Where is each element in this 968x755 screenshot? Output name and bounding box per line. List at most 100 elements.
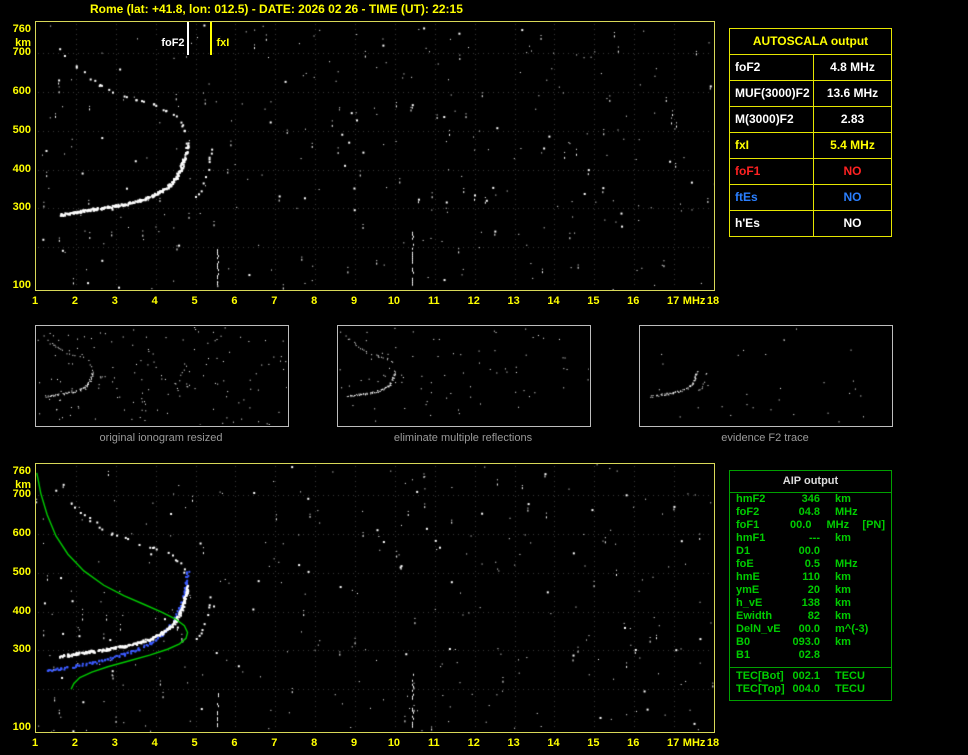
y-tick-label: 600 [12,85,31,98]
thumbnail-f2-trace [639,325,893,427]
x-tick-label: 7 [271,737,278,749]
y-tick-label: 300 [12,643,31,656]
aip-param-unit: MHz [835,558,858,570]
aip-param-value: 093.0 [792,636,820,648]
thumbnail-original-canvas [37,327,287,425]
autoscala-ionogram-screen: Rome (lat: +41.8, lon: 012.5) - DATE: 20… [0,0,968,755]
x-axis-unit-label: MHz [682,295,706,307]
autoscala-row-value: NO [843,190,862,204]
autoscala-row-label: foF2 [730,55,814,80]
station-date-title: Rome (lat: +41.8, lon: 012.5) - DATE: 20… [90,2,463,16]
x-tick-label: 1 [31,737,39,749]
aip-param-unit: km [835,571,851,583]
aip-param-unit: km [835,532,851,544]
autoscala-row-value: NO [843,216,862,230]
aip-tec-separator [730,667,891,668]
thumbnail-multiple-reflections [337,325,591,427]
aip-param-unit: TECU [835,683,865,695]
aip-param-label: foE [736,558,754,570]
x-tick-label: 3 [111,737,118,749]
aip-param-value: 00.0 [798,545,820,557]
aip-param-unit: m^(-3) [835,623,869,635]
x-axis-unit-label: MHz [682,737,706,749]
aip-param-label: hmF1 [736,532,766,544]
autoscala-row-value: NO [843,164,862,178]
aip-param-unit [835,545,875,558]
x-tick-label: 10 [387,737,401,749]
aip-param-unit: MHz [826,519,850,531]
autoscala-row: ftEs NO [730,185,891,211]
y-tick-label: 760 [12,465,31,477]
x-tick-label: 4 [151,737,158,749]
aip-param-extra [885,597,891,610]
autoscala-row-value: 13.6 MHz [826,86,879,100]
aip-row: B0 093.0 km [730,636,891,649]
thumbnail-f2-trace-canvas [641,327,891,425]
aip-param-label: foF2 [736,506,760,518]
aip-row: foF1 00.0 MHz [PN] [730,519,891,532]
aip-param-label: TEC[Top] [736,683,785,695]
y-tick-label: 600 [12,527,31,540]
aip-row: hmF1 --- km [730,532,891,545]
autoscala-row-label: h'Es [730,211,814,236]
x-tick-label: 6 [231,737,238,749]
aip-row: Ewidth 82 km [730,610,891,623]
x-tick-label: 11 [427,295,440,307]
autoscala-row-label: fxI [730,133,814,158]
x-tick-label: 16 [627,295,640,307]
aip-table-header: AIP output [730,471,891,493]
aip-param-extra [885,649,891,662]
thumbnail-caption-original: original ionogram resized [99,432,223,444]
aip-row: DelN_vE 00.0 m^(-3) [730,623,891,636]
aip-param-label: B0 [736,636,751,648]
aip-param-value: 82 [807,610,820,622]
y-tick-label: 760 [12,23,31,35]
aip-param-extra [885,558,891,571]
autoscala-row: M(3000)F2 2.83 [730,107,891,133]
aip-param-value: 00.0 [790,519,812,531]
aip-param-unit: km [835,636,851,648]
aip-param-extra [885,623,891,636]
x-tick-label: 3 [111,295,118,307]
autoscala-row: foF2 4.8 MHz [730,55,891,81]
autoscala-row: MUF(3000)F2 13.6 MHz [730,81,891,107]
ionogram-canvas [36,22,714,290]
profile-plot [35,463,715,733]
x-tick-label: 8 [311,295,318,307]
aip-row: B1 02.8 [730,649,891,662]
aip-param-unit [835,649,875,662]
aip-output-table: AIP output hmF2 346 km foF2 04.8 MHz foF1 00.0 MH… [729,470,892,701]
thumbnail-caption-reflections: eliminate multiple reflections [393,432,533,444]
autoscala-row-label: ftEs [730,185,814,210]
aip-param-label: B1 [736,649,751,661]
autoscala-output-table: AUTOSCALA output foF2 4.8 MHz MUF(3000)F2 13… [729,28,892,237]
autoscala-row-value: 4.8 MHz [830,60,875,74]
aip-param-value: 004.0 [792,683,820,695]
x-tick-label: 13 [507,737,520,749]
aip-param-label: DelN_vE [736,623,781,635]
aip-param-label: TEC[Bot] [736,670,784,682]
aip-param-extra [885,506,891,519]
aip-param-value: 0.5 [804,558,820,570]
x-tick-label: 6 [231,295,238,307]
aip-param-value: 138 [801,597,820,609]
x-tick-label: 16 [627,737,640,749]
aip-param-value: 00.0 [798,623,820,635]
aip-param-extra [885,610,891,623]
aip-row: foE 0.5 MHz [730,558,891,571]
x-tick-label: 14 [547,295,560,307]
aip-param-label: h_vE [736,597,763,609]
aip-param-unit: km [835,493,851,505]
x-tick-label: 7 [271,295,278,307]
fxi-marker-line [210,22,213,55]
y-tick-label: 100 [12,721,31,733]
thumbnail-multiple-reflections-canvas [339,327,589,425]
y-tick-label: 400 [12,604,31,617]
x-tick-label: 15 [587,737,600,749]
aip-param-unit: TECU [835,670,865,682]
autoscala-row-label: MUF(3000)F2 [730,81,814,106]
x-tick-label: 15 [587,295,600,307]
thumbnail-caption-evidence: evidence F2 trace [721,432,809,444]
x-tick-label: 5 [191,737,198,749]
ionogram-plot: foF2 fxI [35,21,715,291]
